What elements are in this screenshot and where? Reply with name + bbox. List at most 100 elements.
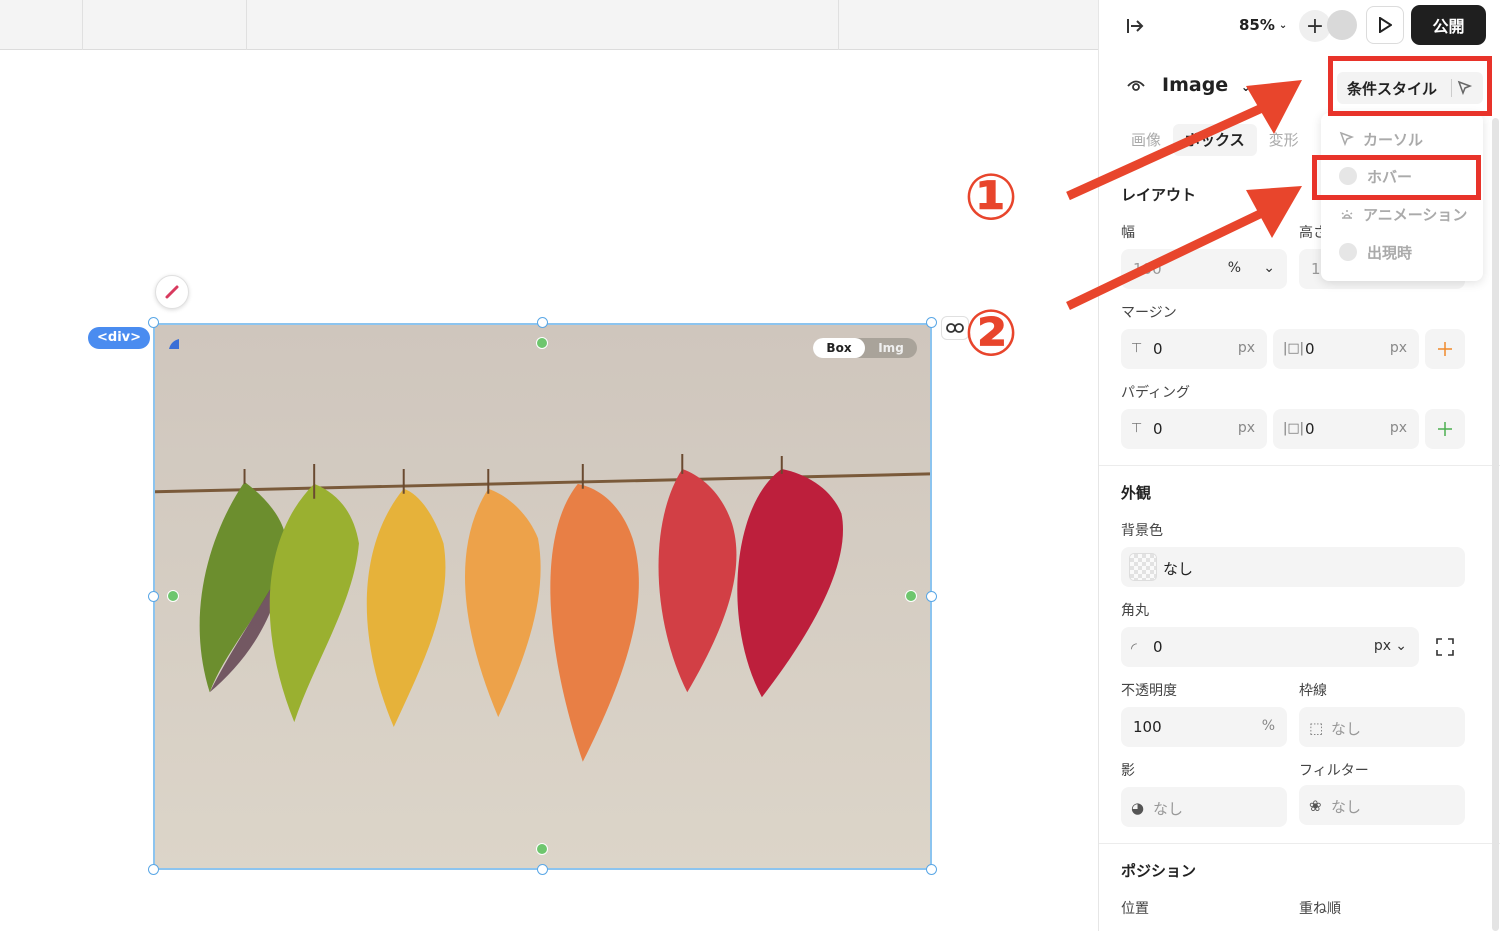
shadow-value: なし <box>1153 800 1184 818</box>
margin-vertical-input[interactable]: ⊤ 0 px <box>1121 329 1267 369</box>
element-name: Image <box>1162 74 1229 96</box>
shadow-input[interactable]: ◕ なし <box>1121 787 1287 827</box>
padding-vertical-input[interactable]: ⊤ 0 px <box>1121 409 1267 449</box>
resize-handle-se[interactable] <box>926 864 937 875</box>
width-value: 100 <box>1133 260 1162 278</box>
padding-horizontal-unit: px <box>1389 420 1407 436</box>
width-input[interactable]: 100 % ⌄ <box>1121 249 1287 289</box>
padding-label: パディング <box>1121 385 1191 401</box>
border-input[interactable]: ⬚ なし <box>1299 707 1465 747</box>
tab-box[interactable]: ボックス <box>1173 124 1257 156</box>
position-section-title: ポジション <box>1121 862 1197 880</box>
step-2-marker: ② <box>964 297 1019 371</box>
vertical-spacing-icon: ⊤ <box>1131 421 1143 436</box>
chevron-down-icon[interactable]: ⌄ <box>1263 260 1275 276</box>
avatar[interactable] <box>1327 10 1357 40</box>
shadow-icon: ◕ <box>1131 799 1145 817</box>
edit-pen-button[interactable] <box>155 275 189 309</box>
toggle-box[interactable]: Box <box>813 338 865 358</box>
tab-transform[interactable]: 変形 <box>1257 124 1311 156</box>
arrow-right-bar-icon <box>1127 19 1144 33</box>
element-type-tag[interactable]: <div> <box>88 327 151 349</box>
radio-icon <box>1339 243 1357 261</box>
horizontal-spacing-icon: |□| <box>1283 341 1305 356</box>
menu-item-label: アニメーション <box>1363 205 1468 224</box>
corner-radius-value: 0 <box>1153 638 1163 656</box>
resize-handle-ne[interactable] <box>926 317 937 328</box>
menu-item-appear[interactable]: 出現時 <box>1339 240 1412 264</box>
autumn-leaves-photo <box>155 325 930 868</box>
padding-handle-right[interactable] <box>905 590 917 602</box>
background-color-value: なし <box>1163 560 1194 578</box>
menu-item-animation[interactable]: アニメーション <box>1339 202 1467 226</box>
margin-vertical-unit: px <box>1237 340 1255 356</box>
toggle-img[interactable]: Img <box>865 338 917 358</box>
publish-button[interactable]: 公開 <box>1411 5 1486 45</box>
horizontal-spacing-icon: |□| <box>1283 421 1305 436</box>
layout-section-title: レイアウト <box>1121 186 1197 204</box>
preview-button[interactable] <box>1366 6 1404 44</box>
shadow-label: 影 <box>1121 763 1135 779</box>
element-name-dropdown[interactable]: Image ⌄ <box>1162 74 1251 96</box>
resize-handle-n[interactable] <box>537 317 548 328</box>
margin-horizontal-unit: px <box>1389 340 1407 356</box>
padding-handle-left[interactable] <box>167 590 179 602</box>
margin-label: マージン <box>1121 305 1177 321</box>
opacity-label: 不透明度 <box>1121 683 1177 699</box>
filter-label: フィルター <box>1299 763 1369 779</box>
resize-handle-w[interactable] <box>148 591 159 602</box>
resize-handle-s[interactable] <box>537 864 548 875</box>
padding-link-button[interactable] <box>1425 409 1465 449</box>
collapse-panel-button[interactable] <box>1123 14 1147 38</box>
cursor-icon <box>1339 131 1355 147</box>
background-color-label: 背景色 <box>1121 523 1163 539</box>
sunrise-icon <box>1341 210 1353 219</box>
padding-vertical-unit: px <box>1237 420 1255 436</box>
spacing-link-icon <box>1438 342 1452 356</box>
vertical-spacing-icon: ⊤ <box>1131 341 1143 356</box>
editor-window: <div> Box Img 85% ⌄ + 公開 Image ⌄ 条件スタイル … <box>0 0 1500 931</box>
zoom-level-dropdown[interactable]: 85% ⌄ <box>1239 14 1287 36</box>
padding-horizontal-input[interactable]: |□| 0 px <box>1273 409 1419 449</box>
corner-flag-icon <box>169 339 179 349</box>
padding-vertical-value: 0 <box>1153 420 1163 438</box>
margin-vertical-value: 0 <box>1153 340 1163 358</box>
visibility-icon[interactable] <box>1126 77 1146 93</box>
tab-image[interactable]: 画像 <box>1119 124 1173 156</box>
resize-handle-e[interactable] <box>926 591 937 602</box>
panel-scrollbar[interactable] <box>1492 118 1499 931</box>
step-1-marker: ① <box>964 161 1019 235</box>
margin-horizontal-value: 0 <box>1305 340 1315 358</box>
properties-panel: 85% ⌄ + 公開 Image ⌄ 条件スタイル 画像 ボックス 変形 レイア… <box>1098 0 1500 931</box>
link-icon <box>946 323 964 333</box>
corner-radius-icon: ◜ <box>1131 639 1137 657</box>
background-color-input[interactable]: なし <box>1121 547 1465 587</box>
pen-icon <box>165 285 179 299</box>
resize-handle-nw[interactable] <box>148 317 159 328</box>
chevron-down-icon: ⌄ <box>1240 80 1251 94</box>
highlight-hover-item <box>1312 155 1481 200</box>
opacity-unit: % <box>1261 718 1275 734</box>
corner-radius-unit: px <box>1373 638 1391 654</box>
property-tabs: 画像 ボックス 変形 <box>1119 124 1311 156</box>
stack-order-label: 重ね順 <box>1299 901 1341 917</box>
filter-input[interactable]: ❀ なし <box>1299 785 1465 825</box>
border-value: なし <box>1331 720 1362 738</box>
margin-link-button[interactable] <box>1425 329 1465 369</box>
margin-horizontal-input[interactable]: |□| 0 px <box>1273 329 1419 369</box>
box-img-toggle[interactable]: Box Img <box>813 338 917 358</box>
position-label: 位置 <box>1121 901 1149 917</box>
selected-image[interactable]: Box Img <box>153 323 932 870</box>
padding-handle-top[interactable] <box>536 337 548 349</box>
filter-icon: ❀ <box>1309 797 1322 815</box>
resize-handle-sw[interactable] <box>148 864 159 875</box>
opacity-input[interactable]: 100 % <box>1121 707 1287 747</box>
width-label: 幅 <box>1121 225 1135 241</box>
chevron-down-icon[interactable]: ⌄ <box>1395 638 1407 654</box>
filter-value: なし <box>1331 798 1362 816</box>
menu-item-cursor[interactable]: カーソル <box>1339 127 1423 151</box>
ruler-column <box>246 0 247 50</box>
padding-handle-bottom[interactable] <box>536 843 548 855</box>
corner-radius-input[interactable]: ◜ 0 px ⌄ <box>1121 627 1419 667</box>
expand-corners-button[interactable] <box>1435 637 1455 661</box>
